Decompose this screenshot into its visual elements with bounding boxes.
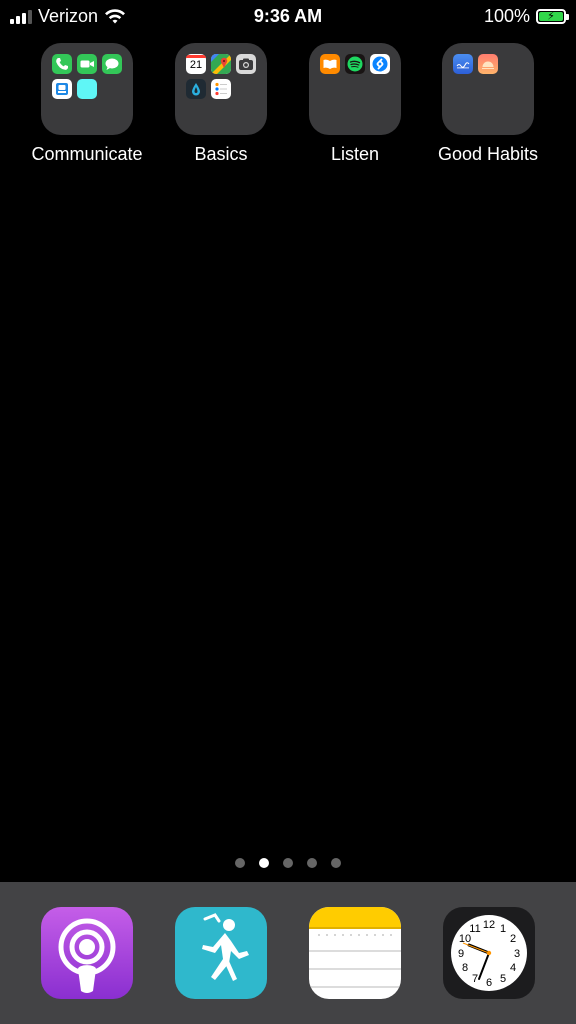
camera-icon — [236, 54, 256, 74]
clock-num-3: 3 — [514, 948, 520, 960]
water-app-icon — [186, 79, 206, 99]
shazam-icon — [370, 54, 390, 74]
clock-num-12: 12 — [483, 919, 495, 931]
cyan-app-icon — [77, 79, 97, 99]
pink-app-icon — [478, 54, 498, 74]
outlook-icon — [52, 79, 72, 99]
folder-box[interactable]: 21 — [175, 43, 267, 135]
clock-num-1: 1 — [500, 923, 506, 935]
folder-label: Good Habits — [437, 144, 539, 164]
clock-num-4: 4 — [510, 962, 516, 974]
folder-box[interactable] — [442, 43, 534, 135]
notes-icon — [309, 907, 401, 988]
messages-icon — [102, 54, 122, 74]
clock-num-5: 5 — [500, 973, 506, 985]
status-right: 100% ⚡ — [483, 6, 569, 27]
books-icon — [320, 54, 340, 74]
reminders-icon — [211, 79, 231, 99]
clock-num-8: 8 — [462, 962, 468, 974]
battery-icon: ⚡ — [536, 9, 569, 24]
charging-bolt-icon: ⚡ — [547, 9, 555, 22]
folder-good-habits[interactable]: Good Habits — [423, 43, 553, 165]
dock: 12 1 2 3 4 5 6 7 8 9 10 11 — [0, 882, 576, 1024]
folder-box[interactable] — [309, 43, 401, 135]
folder-listen[interactable]: Listen — [290, 43, 420, 165]
podcasts-icon — [58, 918, 116, 993]
folder-communicate[interactable]: Communicate — [22, 43, 152, 165]
folder-basics[interactable]: 21 Basics — [156, 43, 286, 165]
status-bar: Verizon 9:36 AM 100% ⚡ — [0, 0, 576, 34]
clock-app[interactable]: 12 1 2 3 4 5 6 7 8 9 10 11 — [443, 907, 535, 999]
page-indicator[interactable] — [0, 858, 576, 868]
calendar-icon: 21 — [186, 54, 206, 74]
page-dot[interactable] — [235, 858, 245, 868]
podcasts-app[interactable] — [41, 907, 133, 999]
page-dot[interactable] — [283, 858, 293, 868]
blue-app-icon — [453, 54, 473, 74]
spotify-icon — [345, 54, 365, 74]
clock-num-11: 11 — [469, 923, 480, 935]
runkeeper-icon — [202, 913, 249, 981]
page-dot[interactable] — [307, 858, 317, 868]
clock-num-7: 7 — [472, 973, 478, 985]
clock-num-6: 6 — [486, 977, 492, 989]
page-dot-active[interactable] — [259, 858, 269, 868]
notes-app[interactable] — [309, 907, 401, 999]
battery-percent: 100% — [483, 6, 530, 26]
page-dot[interactable] — [331, 858, 341, 868]
clock-num-9: 9 — [458, 948, 464, 960]
runkeeper-app[interactable] — [175, 907, 267, 999]
maps-icon — [211, 54, 231, 74]
folder-label: Basics — [194, 144, 248, 164]
folder-label: Communicate — [31, 144, 143, 164]
folder-box[interactable] — [41, 43, 133, 135]
facetime-icon — [77, 54, 97, 74]
phone-icon — [52, 54, 72, 74]
folder-label: Listen — [330, 144, 380, 164]
clock-icon: 12 1 2 3 4 5 6 7 8 9 10 11 — [451, 915, 527, 991]
calendar-day: 21 — [189, 59, 203, 71]
clock-num-2: 2 — [510, 933, 516, 945]
